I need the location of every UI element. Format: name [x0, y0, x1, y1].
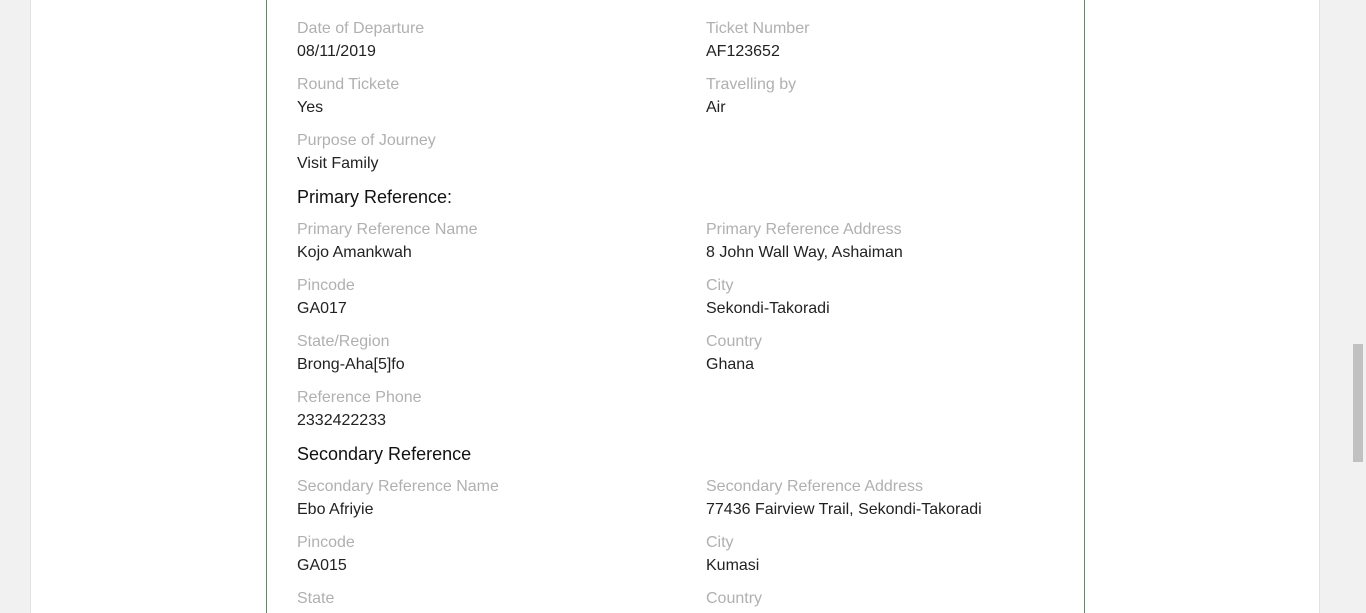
secondary-address-value: 77436 Fairview Trail, Sekondi-Takoradi: [706, 501, 982, 518]
secondary-pincode-label: Pincode: [297, 534, 355, 551]
secondary-city-value: Kumasi: [706, 557, 760, 574]
round-ticket-label: Round Tickete: [297, 76, 400, 93]
secondary-state-field: State: [297, 590, 677, 608]
secondary-name-label: Secondary Reference Name: [297, 478, 499, 495]
primary-address-value: 8 John Wall Way, Ashaiman: [706, 244, 903, 261]
primary-phone-value: 2332422233: [297, 412, 386, 429]
ticket-number-value: AF123652: [706, 43, 780, 60]
primary-phone-field: Reference Phone 2332422233: [297, 389, 677, 430]
departure-date-field: Date of Departure 08/11/2019: [297, 20, 677, 61]
travelling-by-field: Travelling by Air: [706, 76, 1084, 117]
primary-pincode-label: Pincode: [297, 277, 355, 294]
primary-state-label: State/Region: [297, 333, 390, 350]
primary-state-value: Brong-Aha[5]fo: [297, 356, 405, 373]
primary-phone-label: Reference Phone: [297, 389, 422, 406]
primary-pincode-field: Pincode GA017: [297, 277, 677, 318]
primary-name-value: Kojo Amankwah: [297, 244, 412, 261]
secondary-city-label: City: [706, 534, 734, 551]
purpose-field: Purpose of Journey Visit Family: [297, 132, 677, 173]
purpose-value: Visit Family: [297, 155, 379, 172]
primary-address-label: Primary Reference Address: [706, 221, 902, 238]
round-ticket-field: Round Tickete Yes: [297, 76, 677, 117]
ticket-number-label: Ticket Number: [706, 20, 810, 37]
secondary-name-field: Secondary Reference Name Ebo Afriyie: [297, 478, 677, 519]
secondary-reference-heading: Secondary Reference: [297, 444, 472, 464]
departure-date-label: Date of Departure: [297, 20, 425, 37]
secondary-country-label: Country: [706, 590, 763, 607]
purpose-label: Purpose of Journey: [297, 132, 436, 149]
primary-state-field: State/Region Brong-Aha[5]fo: [297, 333, 677, 374]
scrollbar-thumb[interactable]: [1353, 344, 1363, 462]
travelling-by-label: Travelling by: [706, 76, 797, 93]
primary-address-field: Primary Reference Address 8 John Wall Wa…: [706, 221, 1084, 262]
secondary-state-label: State: [297, 590, 335, 607]
primary-reference-heading: Primary Reference:: [297, 187, 453, 207]
secondary-name-value: Ebo Afriyie: [297, 501, 374, 518]
primary-name-field: Primary Reference Name Kojo Amankwah: [297, 221, 677, 262]
secondary-address-field: Secondary Reference Address 77436 Fairvi…: [706, 478, 1084, 519]
round-ticket-value: Yes: [297, 99, 324, 116]
departure-date-value: 08/11/2019: [297, 43, 376, 60]
secondary-address-label: Secondary Reference Address: [706, 478, 924, 495]
primary-country-field: Country Ghana: [706, 333, 1084, 374]
primary-country-label: Country: [706, 333, 763, 350]
secondary-pincode-value: GA015: [297, 557, 347, 574]
vertical-scrollbar[interactable]: [1349, 0, 1366, 613]
primary-pincode-value: GA017: [297, 300, 347, 317]
secondary-pincode-field: Pincode GA015: [297, 534, 677, 575]
page-container: Date of Departure 08/11/2019 Ticket Numb…: [30, 0, 1320, 613]
ticket-number-field: Ticket Number AF123652: [706, 20, 1084, 61]
primary-city-field: City Sekondi-Takoradi: [706, 277, 1084, 318]
secondary-city-field: City Kumasi: [706, 534, 1084, 575]
travelling-by-value: Air: [706, 99, 726, 116]
secondary-country-field: Country: [706, 590, 1084, 608]
primary-country-value: Ghana: [706, 356, 755, 373]
application-details-card: Date of Departure 08/11/2019 Ticket Numb…: [266, 0, 1085, 613]
primary-city-value: Sekondi-Takoradi: [706, 300, 830, 317]
primary-city-label: City: [706, 277, 734, 294]
primary-name-label: Primary Reference Name: [297, 221, 478, 238]
